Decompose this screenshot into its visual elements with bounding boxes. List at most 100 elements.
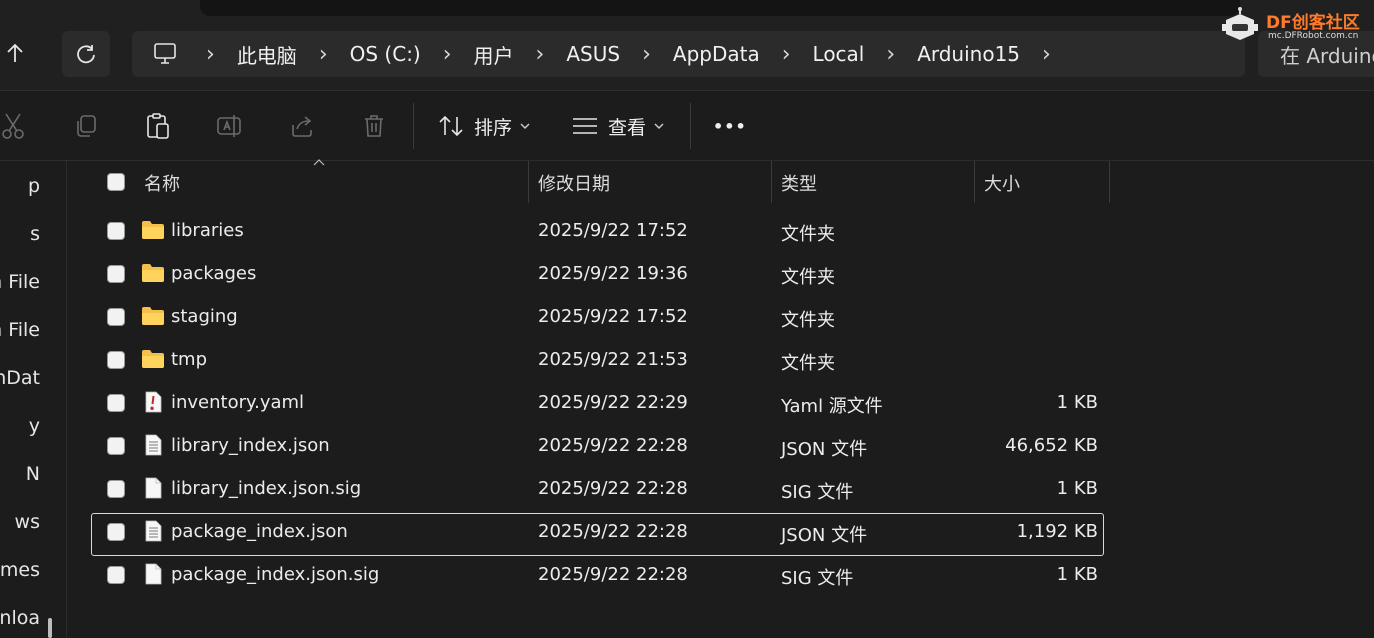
breadcrumb-arduino15[interactable]: Arduino15 bbox=[917, 42, 1020, 66]
nav-item[interactable]: n File bbox=[0, 319, 40, 341]
column-header-row: 名称 修改日期 类型 大小 bbox=[67, 159, 1110, 203]
breadcrumb-users[interactable]: 用户 bbox=[474, 40, 514, 69]
nav-item[interactable]: ws bbox=[15, 511, 40, 533]
row-checkbox[interactable] bbox=[107, 480, 125, 498]
file-row[interactable]: inventory.yaml 2025/9/22 22:29 Yaml 源文件 … bbox=[67, 381, 1110, 424]
row-checkbox[interactable] bbox=[107, 566, 125, 584]
view-menu-button[interactable]: 查看 bbox=[572, 111, 664, 141]
nav-item[interactable]: mes bbox=[0, 559, 40, 581]
column-resize-handle[interactable] bbox=[974, 161, 975, 203]
file-row[interactable]: tmp 2025/9/22 21:53 文件夹 bbox=[67, 338, 1110, 381]
rename-icon[interactable] bbox=[215, 111, 245, 141]
delete-icon[interactable] bbox=[359, 111, 389, 141]
file-row[interactable]: library_index.json.sig 2025/9/22 22:28 S… bbox=[67, 467, 1110, 510]
column-resize-handle[interactable] bbox=[1109, 161, 1110, 203]
file-modified: 2025/9/22 22:28 bbox=[538, 564, 688, 585]
breadcrumb-this-pc[interactable]: 此电脑 bbox=[237, 40, 297, 69]
column-header-size[interactable]: 大小 bbox=[984, 170, 1020, 196]
chevron-right-icon[interactable]: › bbox=[886, 42, 895, 67]
file-row[interactable]: packages 2025/9/22 19:36 文件夹 bbox=[67, 252, 1110, 295]
chevron-right-icon[interactable]: › bbox=[642, 42, 651, 67]
chevron-right-icon[interactable]: › bbox=[1042, 42, 1051, 67]
file-type: SIG 文件 bbox=[781, 568, 854, 589]
file-row[interactable]: libraries 2025/9/22 17:52 文件夹 bbox=[67, 209, 1110, 252]
nav-item[interactable]: s bbox=[30, 223, 40, 245]
robot-logo-icon bbox=[1222, 7, 1258, 40]
column-resize-handle[interactable] bbox=[771, 161, 772, 203]
row-checkbox[interactable] bbox=[107, 222, 125, 240]
file-type: Yaml 源文件 bbox=[781, 396, 883, 417]
nav-item[interactable]: y bbox=[29, 415, 40, 437]
column-header-type[interactable]: 类型 bbox=[781, 170, 817, 196]
file-size: 1 KB bbox=[1056, 392, 1098, 413]
toolbar-separator bbox=[690, 103, 691, 149]
nav-item[interactable]: wnloa bbox=[0, 607, 40, 629]
more-options-button[interactable]: ••• bbox=[713, 111, 747, 141]
paste-icon[interactable] bbox=[143, 111, 173, 141]
text-file-icon bbox=[145, 520, 162, 542]
file-row[interactable]: staging 2025/9/22 17:52 文件夹 bbox=[67, 295, 1110, 338]
title-strip-inner bbox=[200, 0, 1240, 16]
up-arrow-icon[interactable] bbox=[0, 30, 30, 76]
sort-ascending-icon bbox=[313, 159, 325, 166]
row-checkbox[interactable] bbox=[107, 308, 125, 326]
file-type: 文件夹 bbox=[781, 224, 835, 245]
command-bar: 排序 查看 ••• bbox=[0, 91, 1374, 161]
watermark-url: mc.DFRobot.com.cn bbox=[1268, 31, 1359, 41]
file-modified: 2025/9/22 21:53 bbox=[538, 349, 688, 370]
share-icon[interactable] bbox=[287, 111, 317, 141]
column-header-name[interactable]: 名称 bbox=[144, 170, 180, 196]
file-row-selected[interactable]: package_index.json 2025/9/22 22:28 JSON … bbox=[91, 513, 1104, 556]
file-row[interactable]: library_index.json 2025/9/22 22:28 JSON … bbox=[67, 424, 1110, 467]
column-resize-handle[interactable] bbox=[528, 161, 529, 203]
file-row[interactable]: package_index.json.sig 2025/9/22 22:28 S… bbox=[67, 553, 1110, 596]
file-type: JSON 文件 bbox=[781, 439, 868, 460]
breadcrumb-asus[interactable]: ASUS bbox=[566, 42, 620, 66]
chevron-right-icon[interactable]: › bbox=[443, 42, 452, 67]
sort-menu-button[interactable]: 排序 bbox=[438, 111, 530, 141]
nav-item[interactable]: N bbox=[26, 463, 40, 485]
column-header-modified[interactable]: 修改日期 bbox=[538, 170, 610, 196]
file-type: SIG 文件 bbox=[781, 482, 854, 503]
chevron-right-icon[interactable]: › bbox=[782, 42, 791, 67]
view-label: 查看 bbox=[608, 116, 647, 139]
text-file-icon bbox=[145, 434, 162, 456]
breadcrumb-local[interactable]: Local bbox=[813, 42, 865, 66]
nav-item[interactable]: nDat bbox=[0, 367, 40, 389]
file-type: 文件夹 bbox=[781, 267, 835, 288]
file-name: inventory.yaml bbox=[171, 392, 305, 413]
copy-icon[interactable] bbox=[71, 111, 101, 141]
chevron-right-icon[interactable]: › bbox=[319, 42, 328, 67]
file-modified: 2025/9/22 17:52 bbox=[538, 306, 688, 327]
breadcrumb-os-c[interactable]: OS (C:) bbox=[350, 42, 421, 66]
address-bar[interactable]: › 此电脑 › OS (C:) › 用户 › ASUS › AppData › … bbox=[132, 31, 1245, 77]
file-name: library_index.json bbox=[171, 435, 330, 456]
row-checkbox[interactable] bbox=[107, 265, 125, 283]
cut-icon[interactable] bbox=[0, 111, 28, 141]
row-checkbox[interactable] bbox=[107, 437, 125, 455]
file-name: package_index.json.sig bbox=[171, 564, 380, 585]
chevron-right-icon[interactable]: › bbox=[536, 42, 545, 67]
refresh-button[interactable] bbox=[62, 31, 110, 77]
toolbar-separator bbox=[413, 103, 414, 149]
folder-icon bbox=[142, 264, 164, 282]
nav-item[interactable]: n File bbox=[0, 271, 40, 293]
nav-item[interactable]: p bbox=[28, 175, 40, 197]
folder-icon bbox=[142, 221, 164, 239]
chevron-down-icon bbox=[654, 122, 664, 130]
file-modified: 2025/9/22 19:36 bbox=[538, 263, 688, 284]
chevron-right-icon[interactable]: › bbox=[206, 42, 215, 67]
row-checkbox[interactable] bbox=[107, 394, 125, 412]
file-name: package_index.json bbox=[171, 521, 348, 542]
select-all-checkbox[interactable] bbox=[107, 173, 125, 191]
file-modified: 2025/9/22 17:52 bbox=[538, 220, 688, 241]
file-name: tmp bbox=[171, 349, 208, 370]
file-name: libraries bbox=[171, 220, 244, 241]
row-checkbox[interactable] bbox=[107, 351, 125, 369]
breadcrumb-appdata[interactable]: AppData bbox=[673, 42, 760, 66]
folder-icon bbox=[142, 307, 164, 325]
blank-file-icon bbox=[145, 563, 162, 585]
sort-label: 排序 bbox=[474, 116, 513, 139]
sidebar-scrollbar[interactable] bbox=[48, 618, 52, 638]
row-checkbox[interactable] bbox=[107, 523, 125, 541]
